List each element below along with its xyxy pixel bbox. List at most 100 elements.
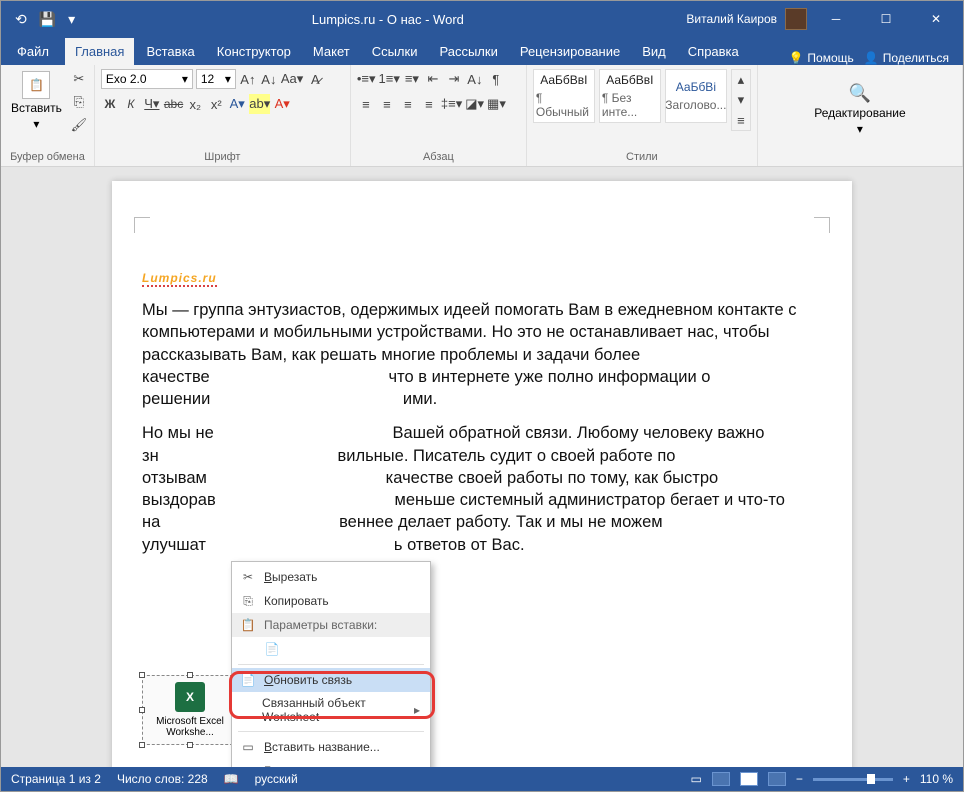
tab-mailings[interactable]: Рассылки [429, 38, 507, 65]
tab-design[interactable]: Конструктор [207, 38, 301, 65]
zoom-level[interactable]: 110 % [920, 772, 953, 786]
zoom-in-button[interactable]: + [903, 772, 910, 786]
borders-icon[interactable]: ▦▾ [487, 94, 506, 114]
align-center-icon[interactable]: ≡ [378, 94, 396, 114]
zoom-slider[interactable] [813, 778, 893, 781]
maximize-button[interactable]: ☐ [865, 1, 907, 37]
tab-review[interactable]: Рецензирование [510, 38, 630, 65]
margin-corner [814, 217, 830, 233]
paste-keep-icon: 📄 [264, 641, 280, 657]
shading-icon[interactable]: ◪▾ [465, 94, 484, 114]
group-styles: АаБбВвІ¶ Обычный АаБбВвІ¶ Без инте... Аа… [527, 65, 758, 166]
paragraph: Но мы не Вашей обратной связи. Любому че… [142, 422, 822, 556]
ctx-cut[interactable]: ✂ВВырезатьырезать [232, 565, 430, 589]
qat-dropdown-icon[interactable]: ▾ [68, 11, 75, 28]
paste-button[interactable]: 📋 Вставить▾ [7, 69, 66, 133]
user-avatar[interactable] [785, 8, 807, 30]
style-heading1[interactable]: АаБбВіЗаголово... [665, 69, 727, 123]
minimize-button[interactable]: ─ [815, 1, 857, 37]
ctx-paste-options: 📋Параметры вставки: [232, 613, 430, 637]
page[interactable]: Lumpics.ru Мы — группа энтузиастов, одер… [112, 181, 852, 767]
tab-view[interactable]: Вид [632, 38, 676, 65]
status-page[interactable]: Страница 1 из 2 [11, 772, 101, 786]
sort-icon[interactable]: A↓ [466, 69, 484, 89]
tab-home[interactable]: Главная [65, 38, 134, 65]
chevron-right-icon: ▸ [414, 703, 420, 717]
document-area[interactable]: Lumpics.ru Мы — группа энтузиастов, одер… [1, 167, 963, 767]
view-print-icon[interactable] [740, 772, 758, 786]
highlight-icon[interactable]: ab▾ [249, 94, 270, 114]
tab-help[interactable]: Справка [678, 38, 749, 65]
ctx-paste-option-1[interactable]: 📄 [232, 637, 430, 661]
autosave-icon[interactable]: ⟲ [15, 11, 27, 28]
close-button[interactable]: ✕ [915, 1, 957, 37]
increase-indent-icon[interactable]: ⇥ [445, 69, 463, 89]
paste-icon: 📋 [22, 71, 50, 99]
bold-button[interactable]: Ж [101, 94, 119, 114]
share-button[interactable]: 👤 Поделиться [864, 51, 949, 65]
format-painter-icon[interactable]: 🖌 [70, 115, 88, 135]
multilevel-icon[interactable]: ≡▾ [403, 69, 421, 89]
clear-format-icon[interactable]: A̷ [306, 69, 324, 89]
status-proofing-icon[interactable]: 📖 [224, 772, 239, 786]
style-normal[interactable]: АаБбВвІ¶ Обычный [533, 69, 595, 123]
superscript-button[interactable]: x² [207, 94, 225, 114]
decrease-indent-icon[interactable]: ⇤ [424, 69, 442, 89]
font-color-icon[interactable]: A▾ [273, 94, 291, 114]
subscript-button[interactable]: x₂ [186, 94, 204, 114]
ctx-linked-object[interactable]: Связанный объект Worksheet▸ [232, 692, 430, 728]
ctx-borders[interactable]: ▦Границы и заливка... [232, 759, 430, 767]
context-menu: ✂ВВырезатьырезать ⎘Копировать 📋Параметры… [231, 561, 431, 767]
tell-me-button[interactable]: 💡 Помощь [788, 51, 853, 65]
show-marks-icon[interactable]: ¶ [487, 69, 505, 89]
copy-icon[interactable]: ⎘ [70, 92, 88, 112]
status-words[interactable]: Число слов: 228 [117, 772, 208, 786]
tab-file[interactable]: Файл [7, 38, 63, 65]
status-language[interactable]: русский [255, 772, 298, 786]
italic-button[interactable]: К [122, 94, 140, 114]
underline-button[interactable]: Ч▾ [143, 94, 161, 114]
style-nospacing[interactable]: АаБбВвІ¶ Без инте... [599, 69, 661, 123]
strike-button[interactable]: abc [164, 94, 183, 114]
display-settings-icon[interactable]: ▭ [690, 772, 701, 786]
group-paragraph: •≡▾ 1≡▾ ≡▾ ⇤ ⇥ A↓ ¶ ≡ ≡ ≡ ≡ ‡≡▾ ◪▾ ▦▾ Аб… [351, 65, 527, 166]
group-editing: 🔍 Редактирование▾ [758, 65, 963, 166]
view-web-icon[interactable] [768, 772, 786, 786]
bullets-icon[interactable]: •≡▾ [357, 69, 376, 89]
shrink-font-icon[interactable]: A↓ [260, 69, 278, 89]
ctx-update-link[interactable]: 📄Обновить связь [232, 668, 430, 692]
statusbar: Страница 1 из 2 Число слов: 228 📖 русски… [1, 767, 963, 791]
styles-down-icon[interactable]: ▾ [732, 90, 750, 110]
paste-icon: 📋 [240, 617, 256, 633]
text-effects-icon[interactable]: A▾ [228, 94, 246, 114]
caption-icon: ▭ [240, 739, 256, 755]
tab-references[interactable]: Ссылки [362, 38, 428, 65]
ctx-copy[interactable]: ⎘Копировать [232, 589, 430, 613]
tab-insert[interactable]: Вставка [136, 38, 204, 65]
change-case-icon[interactable]: Aa▾ [281, 69, 303, 89]
styles-up-icon[interactable]: ▴ [732, 70, 750, 90]
word-window: ⟲ 💾 ▾ Lumpics.ru - О нас - Word Виталий … [0, 0, 964, 792]
borders-icon: ▦ [240, 763, 256, 767]
align-right-icon[interactable]: ≡ [399, 94, 417, 114]
user-name[interactable]: Виталий Каиров [686, 12, 777, 26]
cut-icon[interactable]: ✂ [70, 69, 88, 89]
tab-layout[interactable]: Макет [303, 38, 360, 65]
zoom-out-button[interactable]: − [796, 772, 803, 786]
save-icon[interactable]: 💾 [39, 11, 56, 28]
cut-icon: ✂ [240, 569, 256, 585]
margin-corner [134, 217, 150, 233]
view-read-icon[interactable] [712, 772, 730, 786]
justify-icon[interactable]: ≡ [420, 94, 438, 114]
styles-more-icon[interactable]: ≡ [732, 110, 750, 130]
line-spacing-icon[interactable]: ‡≡▾ [441, 94, 462, 114]
font-size-combo[interactable]: 12▾ [196, 69, 236, 89]
group-font: Exo 2.0▾ 12▾ A↑ A↓ Aa▾ A̷ Ж К Ч▾ abc x₂ … [95, 65, 351, 166]
editing-button[interactable]: 🔍 Редактирование▾ [810, 81, 909, 138]
numbering-icon[interactable]: 1≡▾ [379, 69, 400, 89]
grow-font-icon[interactable]: A↑ [239, 69, 257, 89]
align-left-icon[interactable]: ≡ [357, 94, 375, 114]
font-name-combo[interactable]: Exo 2.0▾ [101, 69, 193, 89]
embedded-excel-object[interactable]: X Microsoft Excel Workshe... [142, 675, 238, 745]
ctx-insert-caption[interactable]: ▭Вставить название... [232, 735, 430, 759]
